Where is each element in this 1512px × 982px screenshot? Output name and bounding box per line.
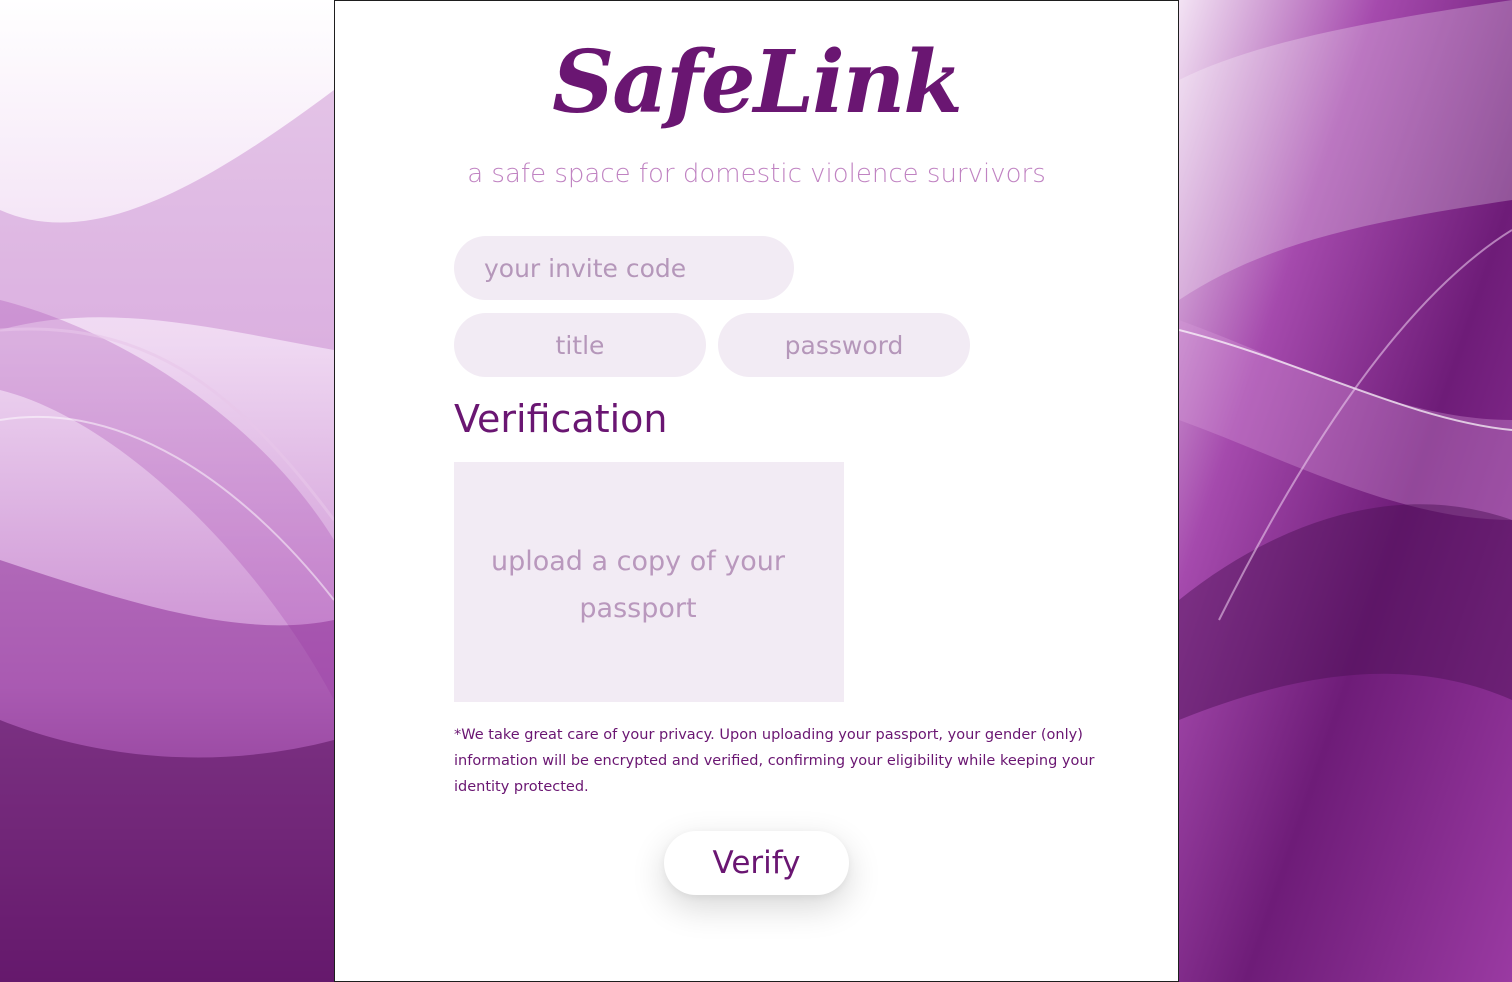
background-left <box>0 0 334 982</box>
signup-panel: SafeLink a safe space for domestic viole… <box>334 0 1179 982</box>
invite-code-input[interactable] <box>454 236 794 300</box>
background-left-waves <box>0 0 334 982</box>
verification-heading: Verification <box>454 397 668 441</box>
verify-button[interactable]: Verify <box>664 831 849 895</box>
passport-upload-dropzone[interactable]: upload a copy of your passport <box>454 462 844 702</box>
background-right-waves <box>1179 0 1512 982</box>
privacy-note: *We take great care of your privacy. Upo… <box>454 727 1095 795</box>
title-input[interactable] <box>454 313 706 377</box>
background-right <box>1179 0 1512 982</box>
app-logo: SafeLink <box>552 32 963 133</box>
app-tagline: a safe space for domestic violence survi… <box>467 159 1046 189</box>
upload-label: upload a copy of your passport <box>490 546 786 624</box>
password-input[interactable] <box>718 313 970 377</box>
